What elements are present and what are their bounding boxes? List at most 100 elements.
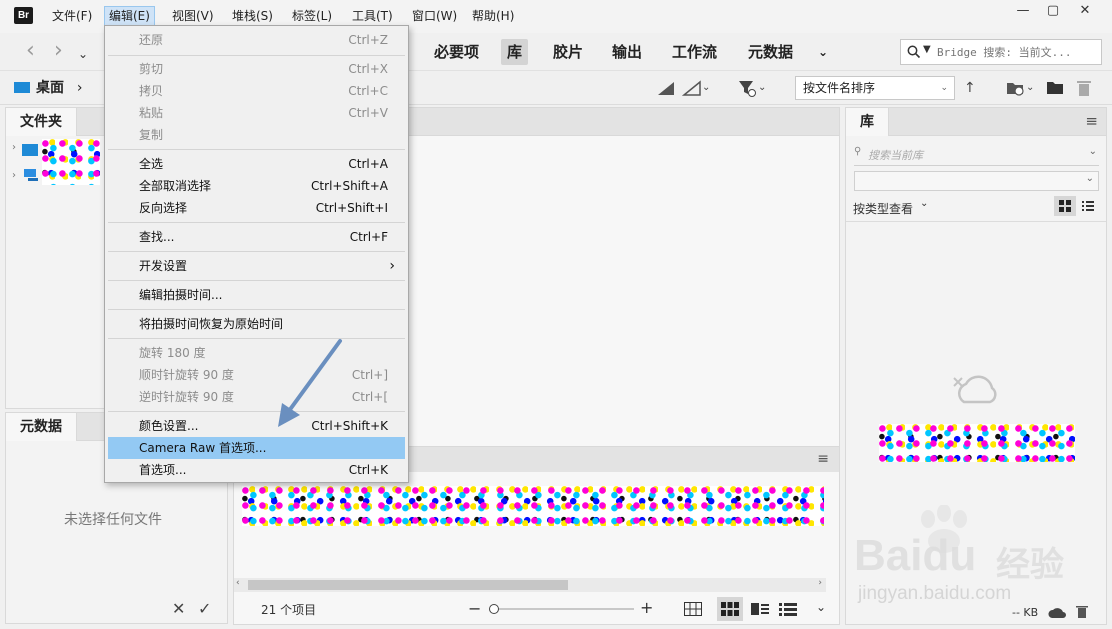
tab-metadata-panel[interactable]: 元数据 (6, 413, 77, 441)
menu-item-preferences[interactable]: 首选项... Ctrl+K (108, 459, 405, 481)
library-search-icon: ⚲ (854, 146, 862, 157)
zoom-slider[interactable] (489, 604, 634, 614)
menu-separator (108, 411, 405, 412)
menu-edit[interactable]: 编辑(E) (104, 6, 155, 26)
tab-folders[interactable]: 文件夹 (6, 108, 77, 136)
menu-item-develop-settings[interactable]: 开发设置 › (108, 255, 405, 277)
menu-item-color-settings[interactable]: 颜色设置... Ctrl+Shift+K (108, 415, 405, 437)
cloud-sync-icon[interactable] (1048, 605, 1066, 619)
tab-library-panel[interactable]: 库 (846, 108, 889, 136)
library-select[interactable]: ⌄ (854, 171, 1099, 191)
library-size: -- KB (1012, 606, 1039, 619)
recent-folders-chevron-icon[interactable]: ⌄ (1026, 79, 1034, 97)
menu-item-edit-capture-time[interactable]: 编辑拍摄时间... (108, 284, 405, 306)
library-panel: 库 ≡ ⚲ 搜索当前库 ⌄ ⌄ 按类型查看 ⌄ -- KB (845, 107, 1107, 625)
tab-filmstrip[interactable]: 胶片 (547, 39, 589, 65)
maximize-button[interactable]: ▢ (1038, 0, 1068, 22)
back-icon[interactable]: ‹ (26, 40, 35, 62)
menu-item-cut[interactable]: 剪切 Ctrl+X (108, 58, 405, 80)
thumbnail-view-button[interactable] (717, 597, 743, 621)
history-chevron-icon[interactable]: ⌄ (78, 44, 88, 64)
library-trash-icon[interactable] (1076, 604, 1088, 618)
sort-direction-icon[interactable]: ↑ (964, 79, 976, 97)
menu-stacks[interactable]: 堆栈(S) (228, 6, 277, 26)
expand-chevron-icon[interactable]: › (12, 142, 16, 153)
breadcrumb[interactable]: 桌面 › (14, 78, 82, 98)
expand-chevron-icon[interactable]: › (12, 170, 16, 181)
menu-item-rotate-ccw[interactable]: 逆时针旋转 90 度 Ctrl+[ (108, 386, 405, 408)
submenu-chevron-icon: › (389, 258, 395, 274)
cancel-icon[interactable]: ✕ (172, 599, 185, 618)
trash-icon[interactable] (1076, 79, 1092, 97)
menu-separator (108, 280, 405, 281)
forward-icon[interactable]: › (54, 40, 63, 62)
filter-chevron-icon[interactable]: ⌄ (758, 79, 766, 97)
zoom-in-icon[interactable]: + (640, 598, 653, 617)
apply-icon[interactable]: ✓ (198, 599, 211, 618)
close-button[interactable]: ✕ (1070, 0, 1100, 22)
search-chevron-icon[interactable]: ▼ (923, 44, 931, 55)
menu-item-paste[interactable]: 粘贴 Ctrl+V (108, 102, 405, 124)
filter-icon[interactable] (738, 79, 756, 97)
menu-item-rotate-180[interactable]: 旋转 180 度 (108, 342, 405, 364)
tab-output[interactable]: 输出 (606, 39, 648, 65)
menu-help[interactable]: 帮助(H) (468, 6, 518, 26)
menu-separator (108, 309, 405, 310)
scrollbar-thumb[interactable] (248, 580, 568, 590)
tab-workflow[interactable]: 工作流 (666, 39, 723, 65)
menu-item-deselect-all[interactable]: 全部取消选择 Ctrl+Shift+A (108, 175, 405, 197)
zoom-slider-handle[interactable] (489, 604, 499, 614)
scroll-right-icon[interactable]: › (818, 578, 822, 588)
menu-item-select-all[interactable]: 全选 Ctrl+A (108, 153, 405, 175)
workspace-more-chevron-icon[interactable]: ⌄ (812, 39, 834, 65)
menu-item-camera-raw-preferences[interactable]: Camera Raw 首选项... (108, 437, 405, 459)
minimize-button[interactable]: — (1008, 0, 1038, 22)
tab-essentials[interactable]: 必要项 (428, 39, 485, 65)
menu-item-revert-capture-time[interactable]: 将拍摄时间恢复为原始时间 (108, 313, 405, 335)
library-list-icon[interactable] (1082, 200, 1094, 212)
grid-lock-icon[interactable] (684, 602, 702, 616)
view-options-chevron-icon[interactable]: ⌄ (816, 600, 826, 614)
desktop-folder-icon (14, 82, 30, 93)
search-input[interactable] (937, 44, 1097, 60)
library-view-by[interactable]: 按类型查看 (853, 200, 913, 217)
menu-separator (108, 222, 405, 223)
tab-metadata[interactable]: 元数据 (742, 39, 799, 65)
view-by-chevron-icon[interactable]: ⌄ (920, 198, 928, 209)
menu-view[interactable]: 视图(V) (168, 6, 218, 26)
details-view-icon[interactable] (751, 602, 769, 616)
menu-separator (108, 149, 405, 150)
recent-folders-icon[interactable] (1006, 79, 1026, 97)
sort-chevron-icon: ⌄ (940, 83, 948, 93)
menu-item-duplicate[interactable]: 复制 (108, 124, 405, 146)
menu-label[interactable]: 标签(L) (288, 6, 336, 26)
menu-item-undo[interactable]: 还原 Ctrl+Z (108, 29, 405, 51)
menu-item-invert-selection[interactable]: 反向选择 Ctrl+Shift+I (108, 197, 405, 219)
menu-window[interactable]: 窗口(W) (408, 6, 461, 26)
quality-options-icon[interactable] (682, 79, 702, 97)
library-menu-icon[interactable]: ≡ (1085, 112, 1098, 130)
menu-item-rotate-cw[interactable]: 顺时针旋转 90 度 Ctrl+] (108, 364, 405, 386)
scroll-left-icon[interactable]: ‹ (236, 578, 240, 588)
menu-tools[interactable]: 工具(T) (348, 6, 397, 26)
desktop-folder-icon (22, 144, 38, 156)
new-folder-icon[interactable] (1046, 79, 1064, 97)
list-view-icon[interactable] (779, 602, 797, 616)
menu-item-copy[interactable]: 拷贝 Ctrl+C (108, 80, 405, 102)
library-search-chevron-icon: ⌄ (1088, 146, 1097, 157)
menu-file[interactable]: 文件(F) (48, 6, 96, 26)
library-search[interactable]: ⚲ 搜索当前库 ⌄ (854, 144, 1099, 166)
zoom-out-icon[interactable]: − (468, 599, 481, 618)
tab-library[interactable]: 库 (501, 39, 529, 65)
library-grid-button[interactable] (1054, 196, 1076, 216)
horizontal-scrollbar[interactable]: ‹ › (234, 578, 826, 592)
quality-icon[interactable] (656, 79, 676, 97)
quality-chevron-icon[interactable]: ⌄ (702, 79, 710, 97)
search-icon[interactable] (907, 45, 921, 59)
folder-thumbnail[interactable] (42, 139, 100, 185)
preview-menu-icon[interactable]: ≡ (817, 451, 829, 467)
library-search-placeholder: 搜索当前库 (868, 149, 923, 162)
sort-select[interactable]: 按文件名排序 ⌄ (795, 76, 955, 100)
breadcrumb-desktop: 桌面 (36, 80, 64, 96)
menu-item-find[interactable]: 查找... Ctrl+F (108, 226, 405, 248)
